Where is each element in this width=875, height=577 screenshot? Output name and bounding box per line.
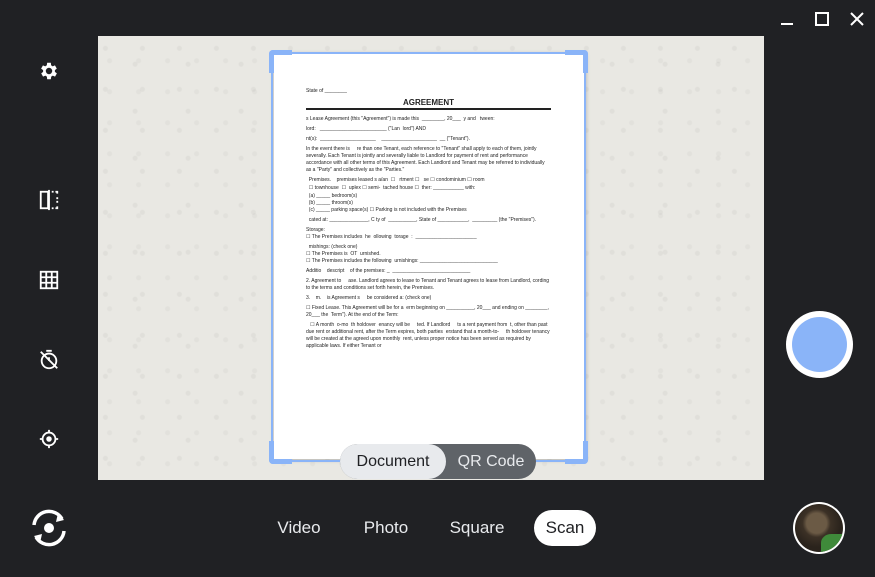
close-icon (850, 12, 864, 26)
settings-button[interactable] (36, 58, 62, 84)
minimize-button[interactable] (773, 8, 801, 30)
timer-button[interactable] (36, 347, 62, 373)
shutter-button[interactable] (786, 311, 853, 378)
minimize-icon (781, 23, 793, 25)
crop-handle-top-left[interactable] (269, 50, 292, 73)
scan-type-toggle: Document QR Code (340, 444, 536, 479)
mode-video[interactable]: Video (268, 510, 330, 546)
mode-scan[interactable]: Scan (534, 510, 596, 546)
mode-square[interactable]: Square (442, 510, 512, 546)
mirror-button[interactable] (36, 187, 62, 213)
crop-handle-bottom-left[interactable] (269, 441, 292, 464)
maximize-icon (815, 12, 829, 26)
last-photo-preview (795, 504, 843, 552)
mirror-icon (39, 189, 59, 211)
timer-off-icon (40, 349, 58, 370)
focus-icon (39, 429, 59, 449)
switch-camera-button[interactable] (26, 505, 72, 551)
maximize-button[interactable] (808, 8, 836, 30)
qr-code-option[interactable]: QR Code (446, 444, 536, 479)
crop-frame (269, 50, 588, 464)
settings-icon (41, 62, 57, 80)
switch-camera-icon (32, 509, 66, 547)
grid-icon (39, 270, 59, 290)
mode-selector: Video Photo Square Scan (0, 510, 875, 546)
camera-viewfinder[interactable]: State of ________ AGREEMENT s Lease Agre… (98, 36, 764, 480)
focus-button[interactable] (36, 426, 62, 452)
gallery-thumbnail[interactable] (793, 502, 845, 554)
document-option[interactable]: Document (340, 444, 446, 479)
crop-handle-bottom-right[interactable] (565, 441, 588, 464)
grid-button[interactable] (36, 267, 62, 293)
crop-handle-top-right[interactable] (565, 50, 588, 73)
close-button[interactable] (843, 8, 871, 30)
mode-photo[interactable]: Photo (354, 510, 418, 546)
